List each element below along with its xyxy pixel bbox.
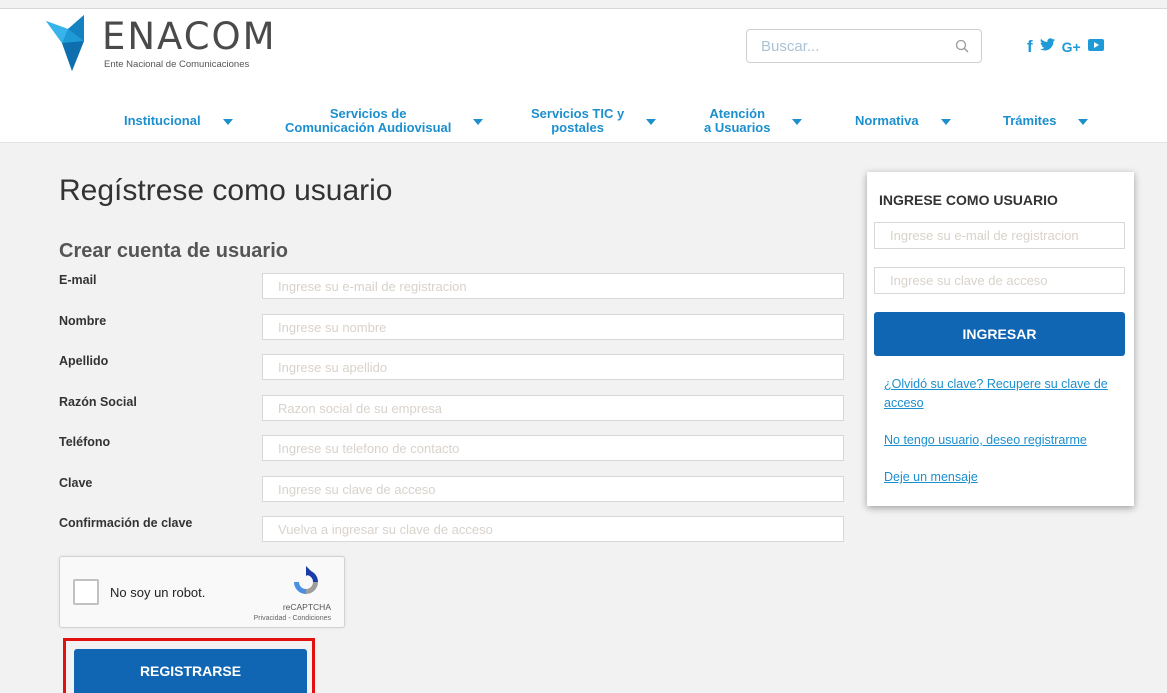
- twitter-icon[interactable]: [1039, 38, 1055, 56]
- chevron-down-icon: [473, 119, 484, 125]
- apellido-field[interactable]: [262, 354, 844, 380]
- chevron-down-icon: [940, 119, 951, 125]
- chevron-down-icon: [646, 119, 657, 125]
- page-title: Regístrese como usuario: [59, 174, 393, 207]
- form-row-email: E-mail: [59, 273, 844, 299]
- form-row-nombre: Nombre: [59, 314, 844, 340]
- apellido-label: Apellido: [59, 354, 109, 368]
- register-button[interactable]: REGISTRARSE: [74, 649, 307, 693]
- recaptcha-label: No soy un robot.: [110, 585, 206, 600]
- form-row-razon-social: Razón Social: [59, 395, 844, 421]
- recaptcha-brand: reCAPTCHA: [282, 602, 331, 612]
- logo-mark-icon: [46, 15, 84, 71]
- googleplus-icon[interactable]: G+: [1062, 39, 1081, 55]
- form-row-apellido: Apellido: [59, 354, 844, 380]
- email-field[interactable]: [262, 273, 844, 299]
- confirm-password-label: Confirmación de clave: [59, 516, 193, 530]
- nombre-label: Nombre: [59, 314, 107, 328]
- razon-social-field[interactable]: [262, 395, 844, 421]
- password-field[interactable]: [262, 476, 844, 502]
- form-row-telefono: Teléfono: [59, 435, 844, 461]
- enacom-logo[interactable]: ENACOM Ente Nacional de Comunicaciones: [46, 15, 286, 75]
- social-links: f G+: [1027, 37, 1111, 57]
- register-link[interactable]: No tengo usuario, deseo registrarme: [884, 431, 1114, 450]
- nav-item-normativa[interactable]: Normativa: [855, 99, 951, 143]
- confirm-password-field[interactable]: [262, 516, 844, 542]
- youtube-icon[interactable]: [1087, 38, 1104, 57]
- facebook-icon[interactable]: f: [1027, 37, 1033, 57]
- nav-label: Servicios TIC y postales: [531, 106, 625, 135]
- razon-social-label: Razón Social: [59, 395, 137, 409]
- logo-title: ENACOM: [102, 15, 277, 58]
- login-password-field[interactable]: [874, 267, 1125, 294]
- site-header: ENACOM Ente Nacional de Comunicaciones f…: [0, 9, 1167, 143]
- nav-item-servicios-audiovisual[interactable]: Servicios de Comunicación Audiovisual: [285, 99, 484, 143]
- leave-message-link[interactable]: Deje un mensaje: [884, 468, 1114, 487]
- nav-label: Normativa: [855, 113, 919, 128]
- telefono-label: Teléfono: [59, 435, 111, 449]
- nav-item-institucional[interactable]: Institucional: [124, 99, 233, 143]
- nav-item-tramites[interactable]: Trámites: [1003, 99, 1089, 143]
- nav-label: Atención a Usuarios: [704, 106, 771, 135]
- login-panel: INGRESE COMO USUARIO INGRESAR ¿Olvidó su…: [867, 172, 1134, 506]
- nav-label: Servicios de Comunicación Audiovisual: [285, 106, 452, 135]
- form-row-clave: Clave: [59, 476, 844, 502]
- recaptcha-links[interactable]: Privacidad - Condiciones: [254, 615, 331, 622]
- chevron-down-icon: [1078, 119, 1089, 125]
- recaptcha-widget: No soy un robot. reCAPTCHA Privacidad - …: [59, 556, 345, 628]
- forgot-password-link[interactable]: ¿Olvidó su clave? Recupere su clave de a…: [884, 375, 1114, 413]
- nav-label: Institucional: [124, 113, 201, 128]
- recaptcha-logo-icon: [294, 566, 318, 594]
- nav-label: Trámites: [1003, 113, 1057, 128]
- login-button[interactable]: INGRESAR: [874, 312, 1125, 356]
- main-nav: Institucional Servicios de Comunicación …: [0, 99, 1167, 143]
- recaptcha-checkbox[interactable]: [73, 579, 99, 605]
- nav-item-servicios-tic[interactable]: Servicios TIC y postales: [531, 99, 657, 143]
- login-email-field[interactable]: [874, 222, 1125, 249]
- logo-subtitle: Ente Nacional de Comunicaciones: [104, 59, 250, 70]
- form-row-confirmacion: Confirmación de clave: [59, 516, 844, 542]
- chevron-down-icon: [792, 119, 803, 125]
- search-input[interactable]: [747, 30, 947, 62]
- section-title: Crear cuenta de usuario: [59, 240, 288, 262]
- search-icon[interactable]: [955, 39, 969, 53]
- clave-label: Clave: [59, 476, 93, 490]
- chevron-down-icon: [222, 119, 233, 125]
- telefono-field[interactable]: [262, 435, 844, 461]
- nombre-field[interactable]: [262, 314, 844, 340]
- nav-item-atencion-usuarios[interactable]: Atención a Usuarios: [704, 99, 803, 143]
- search-box: [746, 29, 982, 63]
- login-title: INGRESE COMO USUARIO: [879, 192, 1058, 208]
- email-label: E-mail: [59, 273, 97, 287]
